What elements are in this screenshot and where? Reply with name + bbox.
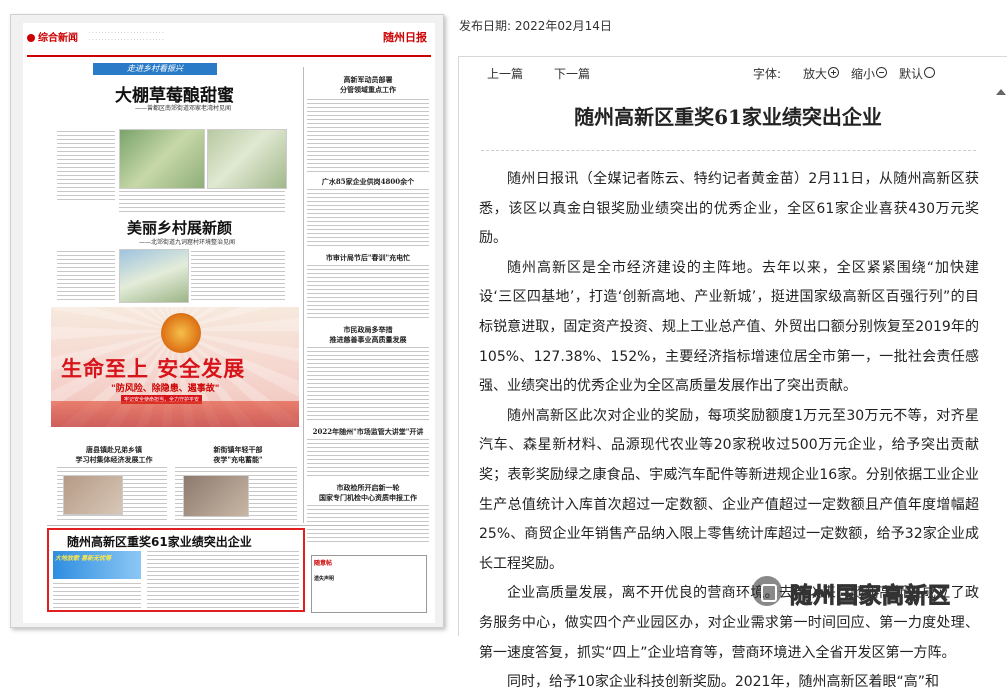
default-size-button[interactable]: 默认 — [899, 65, 936, 82]
story-mid-title[interactable]: 新街镇年轻干部 夜学"充电蓄能" — [183, 445, 293, 465]
strawberry-photo — [119, 129, 205, 189]
selected-article-badge: 大地放歌 喜新无忧等 — [53, 551, 141, 579]
minus-circle-icon — [876, 67, 888, 78]
text-block — [307, 189, 429, 249]
text-block — [307, 439, 429, 479]
zoom-out-label: 缩小 — [851, 67, 876, 81]
zoom-out-button[interactable]: 缩小 — [851, 65, 888, 82]
section-name: 综合新闻 — [38, 33, 78, 44]
wechat-account-logo-icon — [752, 576, 782, 606]
text-block — [307, 347, 429, 423]
article-paragraph: 同时，给予10家企业科技创新奖励。2021年，随州高新区着眼“高”和 — [507, 674, 939, 691]
story1-subtitle: ——曾都区南郊街道邓家老湾村见闻 — [135, 105, 232, 112]
plus-circle-icon — [828, 67, 840, 78]
brief-title-5[interactable]: 2022年随州"市场监管大讲堂"开讲 — [307, 427, 429, 437]
header-meta: · · · · · · · · · · · · · · · · · · · · … — [89, 30, 164, 43]
badge-text: 大地放歌 喜新无忧等 — [55, 555, 112, 562]
brief-title-3[interactable]: 市审计局节后"春训"充电忙 — [307, 253, 429, 263]
poster-subslogan: "防风险、除隐患、遏事故" — [111, 384, 220, 394]
ad-notice: 遗失声明 — [314, 576, 335, 582]
prev-article-link[interactable]: 上一篇 — [487, 65, 523, 82]
article-reader: 上一篇 下一篇 字体: 放大 缩小 默认 随州高新区重奖61家业绩突出企业 随州… — [458, 56, 1007, 690]
text-block — [191, 251, 285, 301]
story-left-title[interactable]: 唐县镇赴兄弟乡镇 学习村集体经济发展工作 — [59, 445, 169, 465]
fire-emblem-icon — [161, 313, 201, 353]
scroll-up-arrow-icon[interactable] — [996, 89, 1006, 95]
text-block — [57, 251, 115, 301]
story2-title[interactable]: 美丽乡村展新颜 — [127, 217, 232, 238]
text-block — [119, 191, 285, 213]
brief-title-4[interactable]: 市民政局多举措 推进慈善事业高质量发展 — [307, 325, 429, 345]
brief-title-1[interactable]: 高新军动员部署 分管领域重点工作 — [307, 75, 429, 95]
series-tag: 走进乡村看振兴 — [93, 63, 217, 75]
safety-poster: 生命至上 安全发展 "防风险、除隐患、遏事故" 牢记安全使命担当，全力守护平安 — [51, 307, 299, 427]
section-dot-icon — [27, 34, 35, 42]
zoom-in-label: 放大 — [803, 67, 828, 81]
section-label: 综合新闻 — [27, 29, 78, 44]
text-block — [307, 265, 429, 321]
publish-date: 发布日期: 2022年02月14日 — [459, 19, 612, 33]
title-divider — [481, 150, 976, 151]
reader-toolbar: 上一篇 下一篇 字体: 放大 缩小 默认 — [459, 57, 1007, 87]
default-size-label: 默认 — [899, 67, 924, 81]
ad-title: 随意帖 — [314, 560, 333, 567]
watermark: 随州国家高新区 — [752, 574, 1002, 610]
brief-title-2[interactable]: 广水85家企业供岗4800余个 — [307, 177, 429, 187]
zoom-in-button[interactable]: 放大 — [803, 65, 840, 82]
poster-slogan: 生命至上 安全发展 — [61, 357, 246, 381]
greenhouse-photo — [207, 129, 287, 189]
font-size-label: 字体: — [753, 67, 782, 81]
village-photo — [119, 249, 189, 303]
selected-article-title[interactable]: 随州高新区重奖61家业绩突出企业 — [67, 533, 252, 550]
study-photo — [183, 475, 249, 517]
newspaper-header: 综合新闻 · · · · · · · · · · · · · · · · · ·… — [27, 27, 431, 57]
text-block — [147, 551, 299, 609]
text-block — [57, 131, 115, 201]
article-paragraph: 随州高新区此次对企业的奖励，每项奖励额度1万元至30万元不等，对齐星汽车、森星新… — [479, 407, 979, 572]
article-paragraph: 随州日报讯（全媒记者陈云、特约记者黄金苗）2月11日，从随州高新区获悉，该区以真… — [479, 171, 979, 247]
next-article-link[interactable]: 下一篇 — [554, 65, 590, 82]
newspaper-page: 综合新闻 · · · · · · · · · · · · · · · · · ·… — [23, 23, 435, 623]
newspaper-page-thumbnail[interactable]: 综合新闻 · · · · · · · · · · · · · · · · · ·… — [10, 14, 444, 628]
meeting-photo — [63, 475, 123, 515]
article-paragraph: 随州高新区是全市经济建设的主阵地。去年以来，全区紧紧围绕“加快建设‘三区四基地’… — [479, 259, 979, 395]
article-body: 随州日报讯（全媒记者陈云、特约记者黄金苗）2月11日，从随州高新区获悉，该区以真… — [479, 165, 979, 698]
story2-subtitle: ——北郊街道九词窟村环境整治见闻 — [139, 239, 236, 246]
newspaper-brand: 随州日报 — [383, 31, 427, 44]
article-title: 随州高新区重奖61家业绩突出企业 — [574, 105, 882, 129]
brief-title-6[interactable]: 市政检所开启新一轮 国家专门机检中心资质申报工作 — [307, 483, 429, 503]
classified-ad-box: 随意帖 遗失声明 — [311, 555, 427, 613]
circle-icon — [924, 67, 936, 78]
watermark-text: 随州国家高新区 — [789, 584, 952, 610]
text-block — [53, 583, 141, 609]
text-block — [307, 99, 429, 173]
